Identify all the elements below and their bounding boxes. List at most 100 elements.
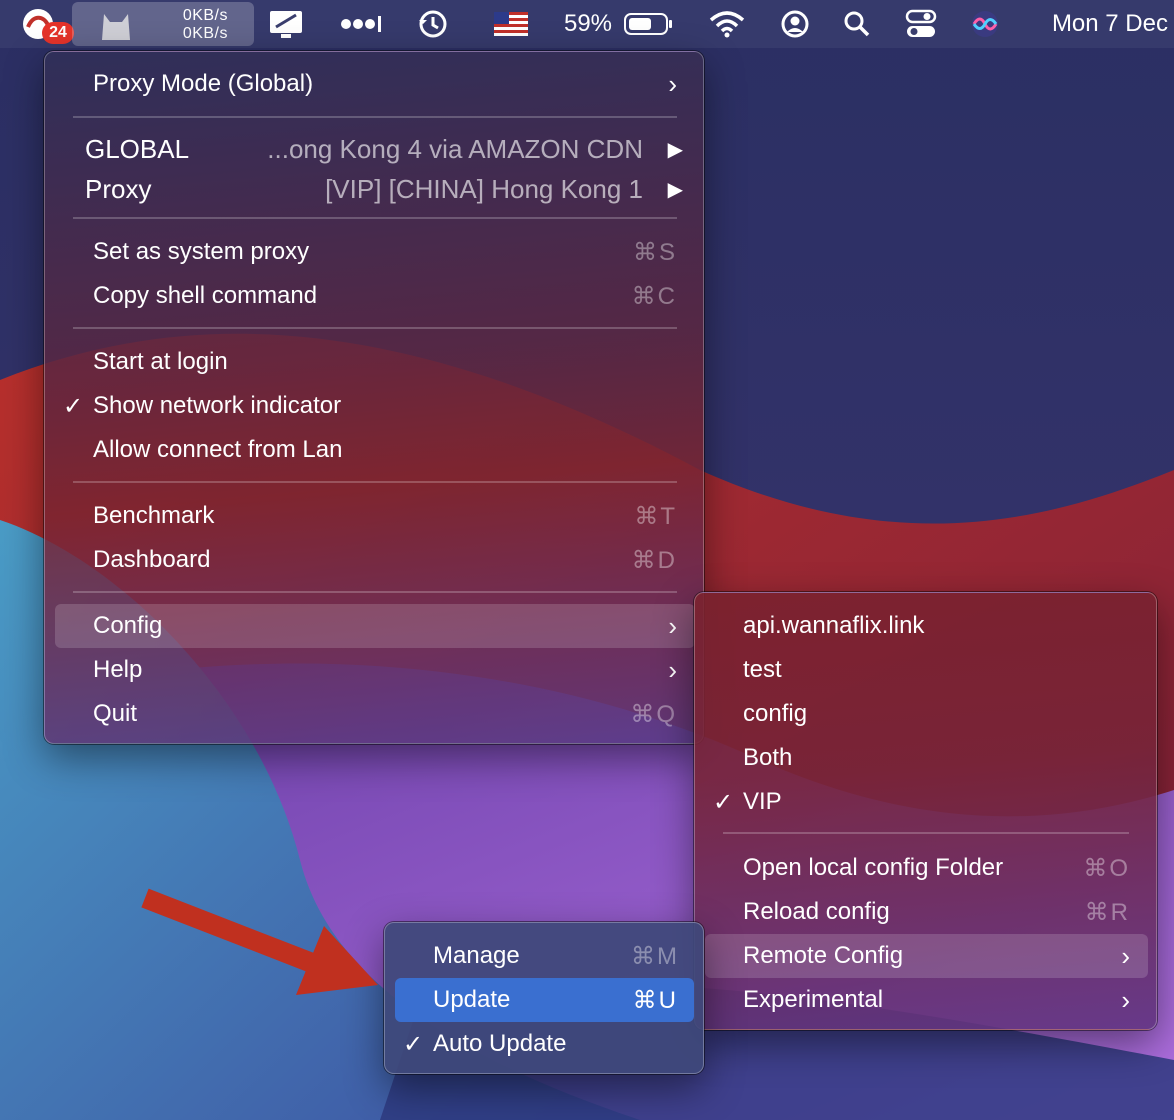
- shortcut-label: ⌘M: [631, 942, 679, 970]
- us-flag-icon[interactable]: [488, 0, 534, 48]
- time-machine-icon[interactable]: [410, 0, 456, 48]
- shortcut-label: ⌘U: [632, 986, 678, 1014]
- chevron-right-icon: ›: [1121, 940, 1130, 971]
- chevron-right-icon: ›: [668, 654, 677, 685]
- config-item-label: Both: [743, 744, 793, 771]
- help-label: Help: [93, 656, 143, 683]
- menu-item-quit[interactable]: Quit ⌘Q: [45, 692, 703, 736]
- separator: [73, 217, 677, 219]
- notification-badge: 24: [42, 22, 74, 44]
- separator: [73, 116, 677, 118]
- shortcut-label: ⌘T: [634, 502, 677, 530]
- network-speed: 0KB/s 0KB/s: [183, 7, 228, 43]
- proxy-value: [VIP] [CHINA] Hong Kong 1: [325, 173, 643, 204]
- menu-item-config[interactable]: Config ›: [55, 604, 695, 648]
- config-item-selected[interactable]: ✓ VIP: [695, 780, 1156, 824]
- copy-shell-label: Copy shell command: [93, 282, 318, 309]
- config-label: Config: [93, 612, 163, 639]
- triangle-right-icon: ▶: [667, 138, 683, 161]
- clashx-cat-icon: [102, 14, 130, 40]
- separator: [73, 327, 677, 329]
- config-item[interactable]: test: [695, 648, 1156, 692]
- wifi-icon[interactable]: [704, 0, 750, 48]
- clashx-main-menu: Proxy Mode (Global) › GLOBAL ...ong Kong…: [44, 51, 704, 744]
- dashboard-label: Dashboard: [93, 546, 211, 573]
- menu-item-show-network-indicator[interactable]: ✓ Show network indicator: [45, 384, 703, 428]
- menu-item-dashboard[interactable]: Dashboard ⌘D: [45, 538, 703, 582]
- chevron-right-icon: ›: [668, 68, 677, 99]
- menu-item-help[interactable]: Help ›: [45, 648, 703, 692]
- checkmark-icon: ✓: [403, 1030, 424, 1058]
- menu-item-experimental[interactable]: Experimental ›: [695, 978, 1156, 1022]
- global-selector-row[interactable]: GLOBAL ...ong Kong 4 via AMAZON CDN ▶: [45, 129, 703, 169]
- menu-item-start-at-login[interactable]: Start at login: [45, 340, 703, 384]
- quit-label: Quit: [93, 700, 138, 727]
- upload-speed: 0KB/s: [182, 7, 228, 24]
- shortcut-label: ⌘S: [632, 238, 677, 266]
- menu-item-reload-config[interactable]: Reload config ⌘R: [695, 890, 1156, 934]
- global-label: GLOBAL: [85, 133, 190, 164]
- menu-item-proxy-mode[interactable]: Proxy Mode (Global) ›: [45, 62, 703, 106]
- clock[interactable]: Mon 7 Dec: [1024, 0, 1168, 48]
- allow-lan-label: Allow connect from Lan: [93, 436, 343, 463]
- remote-config-submenu: Manage ⌘M Update ⌘U ✓ Auto Update: [384, 922, 704, 1074]
- chevron-right-icon: ›: [668, 610, 677, 641]
- checkmark-icon: ✓: [63, 392, 84, 420]
- app-notification-icon[interactable]: 24: [14, 0, 74, 48]
- separator: [73, 481, 677, 483]
- config-item-label: test: [743, 656, 782, 683]
- chevron-right-icon: ›: [1121, 984, 1130, 1015]
- siri-icon[interactable]: [962, 0, 1008, 48]
- shortcut-label: ⌘O: [1083, 854, 1130, 882]
- auto-update-label: Auto Update: [433, 1030, 567, 1057]
- update-label: Update: [433, 986, 511, 1013]
- menu-item-manage[interactable]: Manage ⌘M: [385, 934, 703, 978]
- menu-item-open-local-config[interactable]: Open local config Folder ⌘O: [695, 846, 1156, 890]
- config-submenu: api.wannaflix.link test config Both ✓ VI…: [694, 592, 1157, 1030]
- search-icon[interactable]: [834, 0, 880, 48]
- set-system-proxy-label: Set as system proxy: [93, 238, 310, 265]
- manage-label: Manage: [433, 942, 520, 969]
- reload-label: Reload config: [743, 898, 890, 925]
- benchmark-label: Benchmark: [93, 502, 215, 529]
- open-local-label: Open local config Folder: [743, 854, 1004, 881]
- checkmark-icon: ✓: [713, 788, 734, 816]
- config-item-label: VIP: [743, 788, 782, 815]
- triangle-right-icon: ▶: [667, 178, 683, 201]
- user-icon[interactable]: [772, 0, 818, 48]
- battery-icon[interactable]: [620, 0, 676, 48]
- start-login-label: Start at login: [93, 348, 228, 375]
- menu-item-set-system-proxy[interactable]: Set as system proxy ⌘S: [45, 230, 703, 274]
- clashx-status-item[interactable]: 0KB/s 0KB/s: [72, 2, 254, 46]
- menu-bar: 24 0KB/s 0KB/s 59% Mon 7 Dec: [0, 0, 1174, 48]
- remote-config-label: Remote Config: [743, 942, 904, 969]
- menu-item-copy-shell-command[interactable]: Copy shell command ⌘C: [45, 274, 703, 318]
- separator: [73, 591, 677, 593]
- proxy-label: Proxy: [85, 173, 152, 204]
- display-icon[interactable]: [262, 0, 310, 48]
- dots-icon[interactable]: [332, 0, 388, 48]
- menu-item-remote-config[interactable]: Remote Config ›: [705, 934, 1148, 978]
- shortcut-label: ⌘Q: [630, 700, 677, 728]
- shortcut-label: ⌘D: [631, 546, 677, 574]
- shortcut-label: ⌘R: [1084, 898, 1130, 926]
- experimental-label: Experimental: [743, 986, 884, 1013]
- download-speed: 0KB/s: [182, 25, 228, 42]
- battery-percent: 59%: [563, 10, 613, 37]
- global-value: ...ong Kong 4 via AMAZON CDN: [267, 133, 643, 164]
- separator: [723, 832, 1129, 834]
- config-item-label: config: [743, 700, 808, 727]
- menu-item-auto-update[interactable]: ✓ Auto Update: [385, 1022, 703, 1066]
- shortcut-label: ⌘C: [631, 282, 677, 310]
- menu-item-update[interactable]: Update ⌘U: [395, 978, 694, 1022]
- menu-item-benchmark[interactable]: Benchmark ⌘T: [45, 494, 703, 538]
- control-center-icon[interactable]: [898, 0, 944, 48]
- proxy-mode-label: Proxy Mode (Global): [93, 70, 314, 97]
- proxy-selector-row[interactable]: Proxy [VIP] [CHINA] Hong Kong 1 ▶: [45, 169, 703, 209]
- menu-item-allow-lan[interactable]: Allow connect from Lan: [45, 428, 703, 472]
- config-item[interactable]: config: [695, 692, 1156, 736]
- config-item-label: api.wannaflix.link: [743, 612, 925, 639]
- show-network-label: Show network indicator: [93, 392, 342, 419]
- config-item[interactable]: Both: [695, 736, 1156, 780]
- config-item[interactable]: api.wannaflix.link: [695, 604, 1156, 648]
